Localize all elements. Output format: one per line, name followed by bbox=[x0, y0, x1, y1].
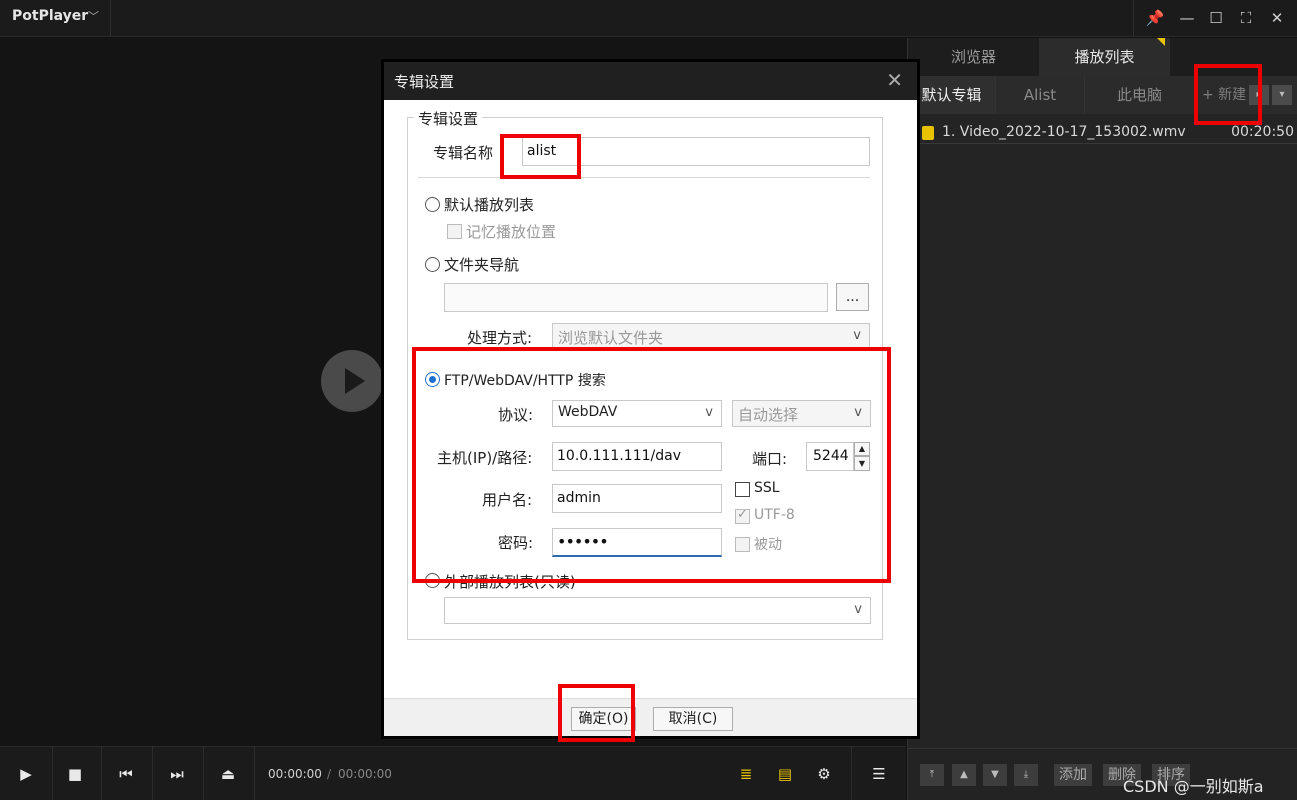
move-bottom-icon[interactable]: ⤓ bbox=[1014, 764, 1038, 786]
playlist-search-icon[interactable]: ≣ bbox=[733, 761, 759, 787]
dialog-title: 专辑设置 bbox=[394, 73, 455, 91]
maximize-button[interactable]: ☐ bbox=[1204, 6, 1228, 30]
album-tab-this-pc[interactable]: 此电脑 bbox=[1085, 76, 1195, 114]
album-name-label: 专辑名称 bbox=[433, 144, 494, 162]
playlist-panel: 浏览器 播放列表 默认专辑 Alist 此电脑 + 新建 ▸ ▾ 1. Vide… bbox=[907, 38, 1297, 800]
dialog-title-bar: 专辑设置 ✕ bbox=[384, 62, 917, 100]
playlist-item-duration: 00:20:50 bbox=[1231, 124, 1294, 140]
minimize-button[interactable]: — bbox=[1175, 6, 1199, 30]
title-bar: PotPlayer ﹀ 📌 — ☐ ⛶ ✕ bbox=[0, 0, 1297, 37]
dialog-footer: 确定(O) 取消(C) bbox=[384, 698, 917, 736]
time-current: 00:00:00 bbox=[268, 767, 322, 781]
external-playlist-select[interactable]: v bbox=[444, 597, 871, 624]
highlight-album-name bbox=[500, 134, 581, 179]
move-top-icon[interactable]: ⤒ bbox=[920, 764, 944, 786]
remember-position-label: 记忆播放位置 bbox=[466, 223, 557, 241]
tab-playlist[interactable]: 播放列表 bbox=[1039, 38, 1170, 76]
move-down-icon[interactable]: ▼ bbox=[983, 764, 1007, 786]
gear-icon[interactable]: ⚙ bbox=[811, 761, 837, 787]
time-separator: / bbox=[327, 767, 332, 781]
chevron-down-icon: v bbox=[854, 602, 862, 617]
album-tab-default[interactable]: 默认专辑 bbox=[908, 76, 996, 114]
title-separator bbox=[110, 0, 111, 37]
process-mode-value: 浏览默认文件夹 bbox=[558, 329, 664, 347]
watermark: CSDN @一别如斯a bbox=[1123, 777, 1264, 796]
next-button[interactable]: ⏭ bbox=[164, 761, 190, 787]
highlight-ftp-section bbox=[412, 347, 891, 583]
stop-button[interactable]: ■ bbox=[62, 761, 88, 787]
close-button[interactable]: ✕ bbox=[1265, 6, 1289, 30]
move-up-icon[interactable]: ▲ bbox=[952, 764, 976, 786]
playlist-item-name: 1. Video_2022-10-17_153002.wmv bbox=[942, 124, 1186, 140]
browse-button[interactable]: ... bbox=[836, 283, 869, 311]
subtitle-icon[interactable]: ▤ bbox=[772, 761, 798, 787]
chevron-down-icon: v bbox=[853, 328, 861, 343]
title-separator bbox=[1133, 0, 1134, 37]
album-tab-alist[interactable]: Alist bbox=[996, 76, 1085, 114]
dialog-close-icon[interactable]: ✕ bbox=[886, 68, 903, 92]
folder-path-input[interactable] bbox=[444, 283, 828, 312]
eject-button[interactable]: ⏏ bbox=[215, 761, 241, 787]
process-mode-select[interactable]: 浏览默认文件夹 v bbox=[552, 323, 870, 350]
default-playlist-label: 默认播放列表 bbox=[444, 196, 535, 214]
highlight-ok-button bbox=[558, 684, 635, 742]
radio-folder-navigation[interactable] bbox=[425, 257, 440, 272]
menu-icon[interactable]: ☰ bbox=[866, 761, 892, 787]
cancel-button[interactable]: 取消(C) bbox=[653, 707, 733, 731]
play-button[interactable]: ▶ bbox=[13, 761, 39, 787]
playlist-item[interactable]: 1. Video_2022-10-17_153002.wmv 00:20:50 bbox=[908, 122, 1297, 144]
add-button[interactable]: 添加 bbox=[1054, 764, 1092, 786]
tab-browser[interactable]: 浏览器 bbox=[908, 38, 1039, 76]
time-total: 00:00:00 bbox=[338, 767, 392, 781]
divider bbox=[418, 177, 870, 178]
control-separator bbox=[203, 747, 204, 800]
tab-marker bbox=[1157, 38, 1165, 46]
app-menu-chevron-icon[interactable]: ﹀ bbox=[88, 8, 99, 24]
video-file-icon bbox=[922, 126, 934, 140]
control-separator bbox=[52, 747, 53, 800]
control-separator bbox=[851, 747, 852, 800]
app-title[interactable]: PotPlayer bbox=[12, 8, 88, 24]
control-bar: ▶ ■ ⏮ ⏭ ⏏ 00:00:00 / 00:00:00 ≣ ▤ ⚙ ☰ bbox=[0, 746, 906, 800]
folder-navigation-label: 文件夹导航 bbox=[444, 256, 520, 274]
radio-default-playlist[interactable] bbox=[425, 197, 440, 212]
checkbox-remember-position[interactable] bbox=[447, 224, 462, 239]
playlist-toolbar: ⤒ ▲ ▼ ⤓ 添加 删除 排序 CSDN @一别如斯a bbox=[908, 748, 1297, 800]
control-separator bbox=[152, 747, 153, 800]
control-separator bbox=[101, 747, 102, 800]
highlight-new-button bbox=[1194, 64, 1262, 125]
pin-icon[interactable]: 📌 bbox=[1143, 6, 1167, 30]
big-play-icon[interactable] bbox=[321, 350, 383, 412]
group-title: 专辑设置 bbox=[414, 108, 483, 129]
previous-button[interactable]: ⏮ bbox=[113, 761, 139, 787]
process-mode-label: 处理方式: bbox=[467, 329, 533, 347]
fullscreen-button[interactable]: ⛶ bbox=[1234, 6, 1258, 30]
album-dropdown-icon[interactable]: ▾ bbox=[1272, 85, 1292, 105]
control-separator bbox=[254, 747, 255, 800]
